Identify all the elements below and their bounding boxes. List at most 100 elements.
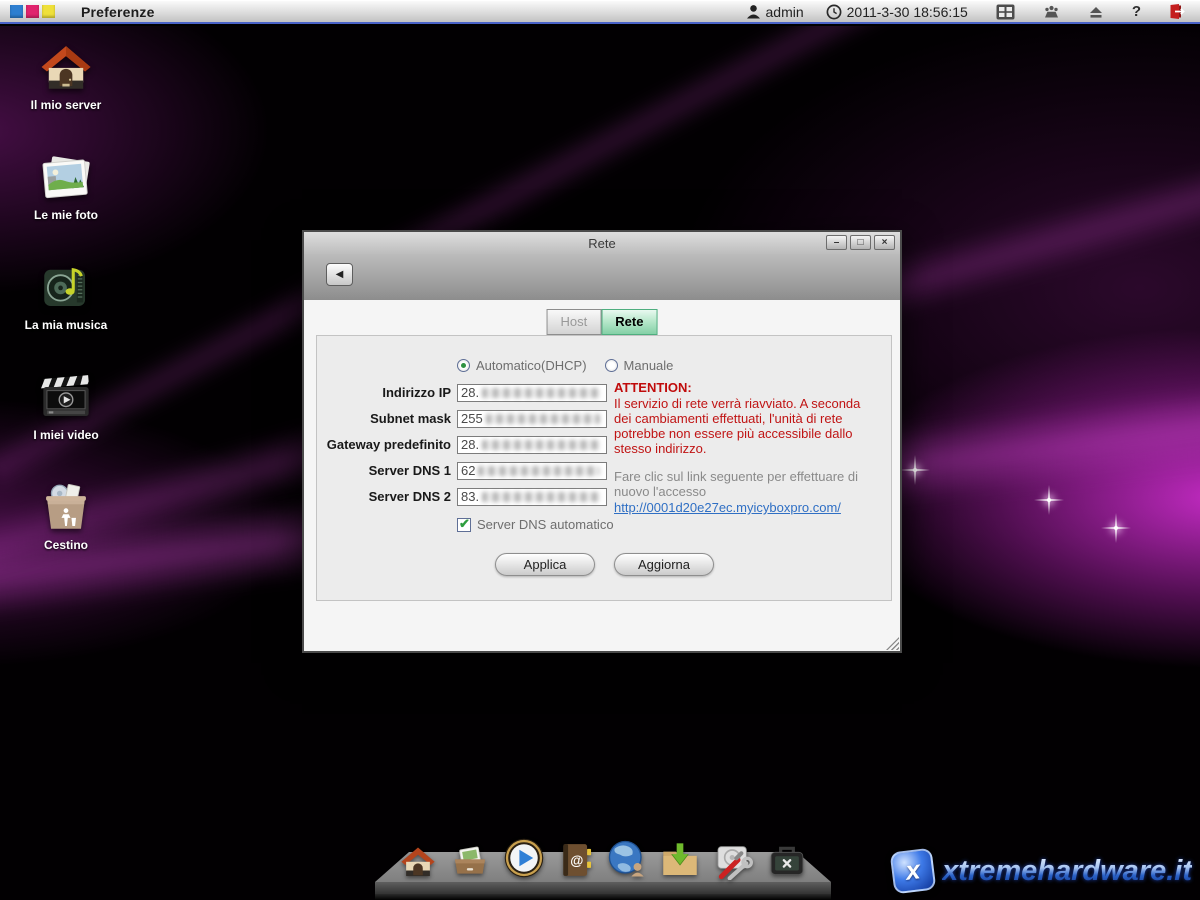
xtremehardware-badge-icon: x bbox=[890, 848, 937, 895]
desktop-icon-list: Il mio server Le mie foto bbox=[18, 38, 114, 588]
play-icon bbox=[502, 836, 546, 880]
window-titlebar[interactable]: Rete – □ × bbox=[304, 232, 900, 254]
dock-shelf-shadow bbox=[375, 894, 831, 900]
window-title: Rete bbox=[588, 236, 615, 251]
eject-button[interactable] bbox=[1088, 3, 1104, 21]
home-icon bbox=[398, 842, 438, 880]
video-icon bbox=[37, 368, 95, 426]
dock-contacts[interactable]: @ bbox=[557, 840, 595, 880]
desktop-icon-trash[interactable]: Cestino bbox=[18, 478, 114, 588]
desktop-icon-my-music[interactable]: La mia musica bbox=[18, 258, 114, 368]
subnet-mask-input[interactable]: 255 bbox=[457, 410, 607, 428]
dns-auto-checkbox[interactable]: ✔ bbox=[457, 518, 471, 532]
disk-tools-icon bbox=[712, 840, 754, 880]
users-icon bbox=[1043, 5, 1060, 19]
rete-window: Rete – □ × ◀ Host Rete Automatico(DHCP) … bbox=[302, 230, 902, 653]
apps-grid-icon bbox=[996, 4, 1015, 20]
desktop-icon-label: Le mie foto bbox=[18, 208, 114, 222]
eject-icon bbox=[1088, 5, 1104, 19]
radio-manual-label[interactable]: Manuale bbox=[624, 358, 674, 373]
redacted-value bbox=[478, 466, 600, 476]
dns-auto-row: ✔ Server DNS automatico bbox=[457, 517, 614, 532]
photo-box-icon bbox=[449, 842, 491, 880]
close-button[interactable]: × bbox=[874, 235, 895, 250]
watermark-text: xtremehardware.it bbox=[942, 855, 1192, 888]
music-icon bbox=[37, 258, 95, 316]
photos-icon bbox=[37, 148, 95, 206]
apply-button[interactable]: Applica bbox=[495, 553, 595, 576]
house-icon bbox=[37, 38, 95, 96]
dock-disk-tools[interactable] bbox=[712, 840, 754, 880]
sparkle bbox=[1114, 526, 1118, 530]
redacted-value bbox=[486, 414, 600, 424]
logo-square-blue bbox=[10, 5, 23, 18]
desktop-icon-my-server[interactable]: Il mio server bbox=[18, 38, 114, 148]
relogin-link[interactable]: http://0001d20e27ec.myicyboxpro.com/ bbox=[614, 500, 841, 515]
desktop-icon-label: Cestino bbox=[18, 538, 114, 552]
refresh-button[interactable]: Aggiorna bbox=[614, 553, 714, 576]
users-button[interactable] bbox=[1043, 3, 1060, 21]
address-book-icon: @ bbox=[557, 840, 595, 880]
tab-rete[interactable]: Rete bbox=[601, 309, 657, 335]
clock-icon bbox=[826, 4, 842, 20]
desktop-icon-my-videos[interactable]: I miei video bbox=[18, 368, 114, 478]
user-icon bbox=[746, 4, 761, 19]
logout-button[interactable] bbox=[1169, 3, 1186, 21]
check-icon: ✔ bbox=[459, 516, 470, 532]
dock-photos[interactable] bbox=[449, 842, 491, 880]
resize-grip[interactable] bbox=[886, 637, 899, 650]
dns2-input[interactable]: 83. bbox=[457, 488, 607, 506]
tab-host[interactable]: Host bbox=[547, 309, 602, 335]
dock-home[interactable] bbox=[398, 842, 438, 880]
redacted-value bbox=[482, 388, 600, 398]
logo-square-yellow bbox=[42, 5, 55, 18]
apps-grid-button[interactable] bbox=[996, 3, 1015, 21]
dns1-label: Server DNS 1 bbox=[317, 463, 451, 478]
network-settings-panel: Automatico(DHCP) Manuale Indirizzo IP 28… bbox=[316, 335, 892, 601]
topbar: Preferenze admin 2011-3-30 18:56:15 bbox=[0, 0, 1200, 24]
globe-icon bbox=[606, 838, 648, 880]
window-header: ◀ bbox=[304, 254, 900, 300]
attention-notice: ATTENTION: Il servizio di rete verrà ria… bbox=[614, 380, 878, 517]
dock-shelf-front bbox=[375, 882, 831, 894]
datetime: 2011-3-30 18:56:15 bbox=[847, 4, 968, 20]
ip-address-input[interactable]: 28. bbox=[457, 384, 607, 402]
tab-bar: Host Rete bbox=[547, 309, 658, 335]
dock-web[interactable] bbox=[606, 838, 648, 880]
username: admin bbox=[766, 4, 804, 20]
maximize-button[interactable]: □ bbox=[850, 235, 871, 250]
app-logo bbox=[10, 5, 55, 18]
back-button[interactable]: ◀ bbox=[326, 263, 353, 286]
page-title: Preferenze bbox=[81, 4, 155, 20]
notice-info: Fare clic sul link seguente per effettua… bbox=[614, 469, 878, 499]
clock-area: 2011-3-30 18:56:15 bbox=[826, 4, 968, 20]
logo-square-pink bbox=[26, 5, 39, 18]
minimize-button[interactable]: – bbox=[826, 235, 847, 250]
trash-icon bbox=[37, 478, 95, 536]
user-menu[interactable]: admin bbox=[746, 4, 804, 20]
dock-media-player[interactable] bbox=[502, 836, 546, 880]
dns2-label: Server DNS 2 bbox=[317, 489, 451, 504]
dock: @ bbox=[375, 834, 831, 900]
subnet-mask-label: Subnet mask bbox=[317, 411, 451, 426]
help-button[interactable]: ? bbox=[1132, 3, 1141, 21]
desktop-icon-my-photos[interactable]: Le mie foto bbox=[18, 148, 114, 258]
toolbox-icon bbox=[765, 842, 809, 880]
window-content: Host Rete Automatico(DHCP) Manuale Indir… bbox=[304, 300, 900, 651]
sparkle bbox=[913, 468, 917, 472]
download-folder-icon bbox=[659, 840, 701, 880]
dns-auto-label[interactable]: Server DNS automatico bbox=[477, 517, 614, 532]
dns1-input[interactable]: 62 bbox=[457, 462, 607, 480]
radio-automatic-label[interactable]: Automatico(DHCP) bbox=[476, 358, 587, 373]
xtremehardware-watermark: x xtremehardware.it bbox=[892, 850, 1192, 892]
redacted-value bbox=[482, 440, 600, 450]
ip-address-label: Indirizzo IP bbox=[317, 385, 451, 400]
radio-manual[interactable] bbox=[605, 359, 618, 372]
radio-automatic-dhcp[interactable] bbox=[457, 359, 470, 372]
dock-toolbox[interactable] bbox=[765, 842, 809, 880]
notice-title: ATTENTION: bbox=[614, 380, 878, 395]
desktop-icon-label: Il mio server bbox=[18, 98, 114, 112]
dock-downloads[interactable] bbox=[659, 840, 701, 880]
gateway-input[interactable]: 28. bbox=[457, 436, 607, 454]
notice-body: Il servizio di rete verrà riavviato. A s… bbox=[614, 396, 878, 456]
